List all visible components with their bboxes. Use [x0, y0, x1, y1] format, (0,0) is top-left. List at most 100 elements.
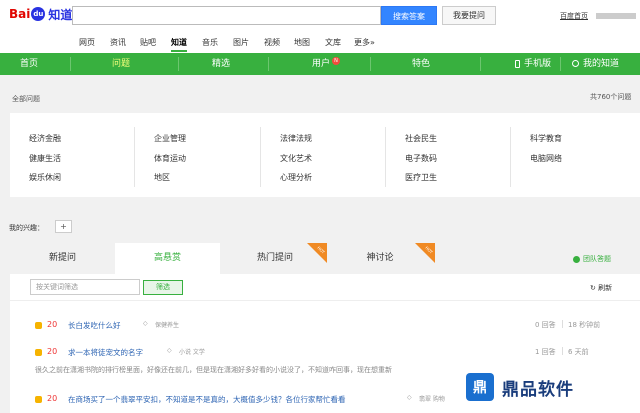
- nav-divider: [480, 57, 481, 71]
- category-divider: [260, 127, 261, 187]
- all-questions-label[interactable]: 全部问题: [12, 94, 40, 104]
- top-right-links: 百度首页: [560, 11, 637, 21]
- main-nav-home[interactable]: 首页: [20, 53, 38, 75]
- refresh-label: 刷新: [598, 284, 613, 292]
- filter-button[interactable]: 筛选: [143, 280, 183, 295]
- baidu-zhidao-logo[interactable]: Bai du 知道: [9, 3, 72, 25]
- nav-divider: [70, 57, 71, 71]
- main-nav-special[interactable]: 特色: [412, 53, 430, 75]
- my-zhidao-link[interactable]: 我的知道: [572, 53, 619, 75]
- keyword-filter-input[interactable]: 按关键词筛选: [30, 279, 140, 295]
- tag-icon: ◇: [407, 394, 412, 401]
- category-link[interactable]: 电子数码: [405, 153, 437, 164]
- paw-icon: du: [31, 7, 46, 21]
- watermark-text: 鼎品软件: [502, 379, 574, 400]
- mobile-label: 手机版: [524, 59, 552, 69]
- tag-icon: ◇: [167, 347, 172, 354]
- divider: [562, 320, 563, 328]
- team-icon: [573, 255, 580, 263]
- category-link[interactable]: 科学教育: [530, 133, 562, 144]
- category-divider: [385, 127, 386, 187]
- nav-map[interactable]: 地图: [294, 37, 310, 48]
- question-row[interactable]: 20 求一本将徒宠文的名字 ◇ 小说 文学 1 回答 6 天前: [35, 346, 635, 362]
- reward-score: 20: [47, 347, 58, 356]
- nav-zhidao[interactable]: 知道: [171, 37, 187, 52]
- ask-question-button[interactable]: 我要提问: [442, 6, 496, 25]
- nav-video[interactable]: 视频: [264, 37, 280, 48]
- refresh-button[interactable]: ↻ 刷新: [590, 283, 612, 293]
- nav-images[interactable]: 图片: [233, 37, 249, 48]
- question-tags[interactable]: 小说 文学: [179, 347, 205, 356]
- question-title[interactable]: 在商场买了一个翡翠平安扣，不知道是不是真的，大概值多少钱？各位行家帮忙看看: [68, 394, 346, 405]
- nav-wenku[interactable]: 文库: [325, 37, 341, 48]
- category-link[interactable]: 文化艺术: [280, 153, 312, 164]
- main-nav-questions[interactable]: 问题: [112, 53, 130, 75]
- category-link[interactable]: 体育运动: [154, 153, 186, 164]
- reward-score: 20: [47, 320, 58, 329]
- coin-icon: [35, 322, 42, 329]
- phone-icon: [515, 59, 520, 68]
- logo-bai: Bai: [9, 7, 31, 21]
- mobile-version-link[interactable]: 手机版: [515, 53, 551, 75]
- category-divider: [134, 127, 135, 187]
- nav-divider: [370, 57, 371, 71]
- nav-web[interactable]: 网页: [79, 37, 95, 48]
- tab-new-questions[interactable]: 新提问: [10, 243, 115, 274]
- search-input[interactable]: [72, 6, 381, 25]
- category-link[interactable]: 娱乐休闲: [29, 172, 61, 183]
- time-ago: 18 秒钟前: [568, 321, 601, 329]
- add-interest-button[interactable]: +: [55, 220, 72, 233]
- nav-divider: [178, 57, 179, 71]
- answer-count: 0 回答: [535, 321, 556, 329]
- main-nav-users[interactable]: 用户 N: [312, 53, 341, 75]
- new-badge: N: [332, 57, 341, 65]
- question-snippet: 很久之前在潇湘书院的排行榜里面，好像还在前几，但是现在潇湘好多好看的小说没了，不…: [35, 366, 392, 374]
- question-row[interactable]: 20 长白发吃什么好 ◇ 保健养生 0 回答 18 秒钟前: [35, 319, 635, 335]
- user-icon: [572, 60, 579, 67]
- category-link[interactable]: 地区: [154, 172, 170, 183]
- tab-high-reward[interactable]: 高悬赏: [115, 243, 220, 274]
- my-zhidao-label: 我的知道: [583, 59, 620, 69]
- question-title[interactable]: 求一本将徒宠文的名字: [68, 347, 143, 358]
- hot-badge-icon: HOT: [307, 243, 327, 263]
- question-count: 共760个问题: [590, 93, 632, 101]
- my-interest-label: 我的兴趣：: [9, 224, 44, 232]
- coin-icon: [35, 349, 42, 356]
- question-tabs: 新提问 高悬赏 热门提问 神讨论 HOT HOT: [10, 243, 640, 274]
- question-tags[interactable]: 翡翠 购物: [419, 394, 445, 403]
- watermark: 鼎 鼎品软件: [466, 370, 626, 404]
- divider: [10, 300, 640, 301]
- category-link[interactable]: 企业管理: [154, 133, 186, 144]
- category-link[interactable]: 法律法规: [280, 133, 312, 144]
- search-answer-button[interactable]: 搜索答案: [381, 6, 437, 25]
- hot-badge-icon: HOT: [415, 243, 435, 263]
- category-link[interactable]: 健康生活: [29, 153, 61, 164]
- logo-zhidao: 知道: [48, 7, 73, 22]
- refresh-icon: ↻: [590, 284, 596, 292]
- nav-more[interactable]: 更多»: [354, 37, 375, 48]
- category-link[interactable]: 电脑网络: [530, 153, 562, 164]
- users-label: 用户: [312, 59, 331, 69]
- category-link[interactable]: 心理分析: [280, 172, 312, 183]
- team-answer-link[interactable]: 团队答题: [573, 254, 611, 264]
- team-answer-label: 团队答题: [583, 255, 611, 263]
- baidu-home-link[interactable]: 百度首页: [560, 12, 588, 20]
- category-link[interactable]: 医疗卫生: [405, 172, 437, 183]
- tag-icon: ◇: [143, 320, 148, 327]
- nav-tieba[interactable]: 贴吧: [140, 37, 156, 48]
- category-divider: [510, 127, 511, 187]
- category-link[interactable]: 社会民生: [405, 133, 437, 144]
- main-nav-bar: 首页 问题 精选 用户 N 特色 手机版 我的知道: [0, 53, 640, 75]
- question-tags[interactable]: 保健养生: [155, 320, 179, 329]
- category-link[interactable]: 经济金融: [29, 133, 61, 144]
- reward-score: 20: [47, 394, 58, 403]
- watermark-logo-icon: 鼎: [466, 373, 494, 401]
- question-title[interactable]: 长白发吃什么好: [68, 320, 121, 331]
- nav-news[interactable]: 资讯: [110, 37, 126, 48]
- coin-icon: [35, 396, 42, 403]
- nav-music[interactable]: 音乐: [202, 37, 218, 48]
- user-name-blurred[interactable]: [596, 13, 637, 19]
- top-header: Bai du 知道 搜索答案 我要提问 百度首页: [0, 0, 640, 33]
- main-nav-featured[interactable]: 精选: [212, 53, 230, 75]
- nav-divider: [268, 57, 269, 71]
